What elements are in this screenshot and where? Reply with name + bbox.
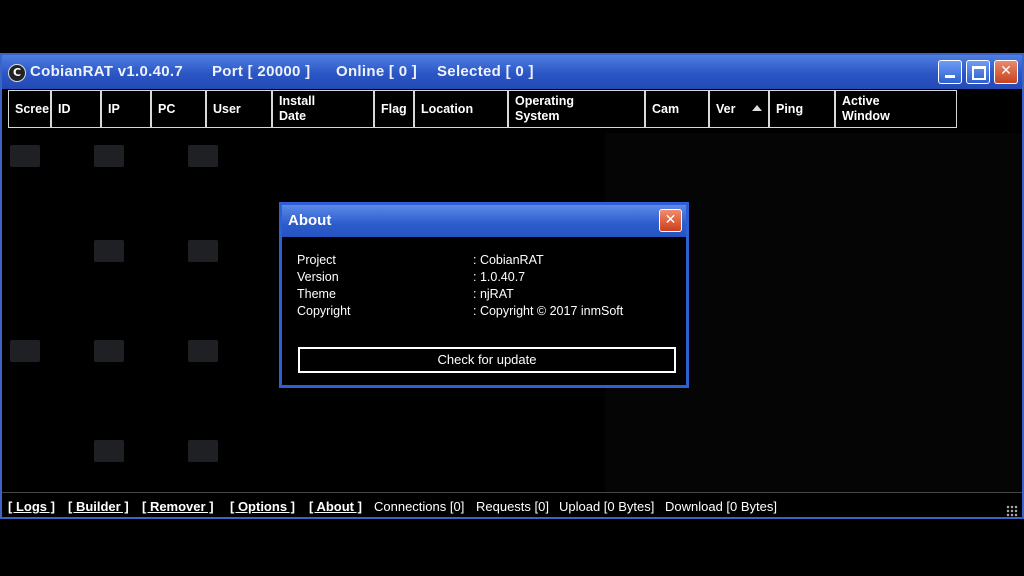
online-indicator: Online [ 0 ] xyxy=(336,63,418,80)
title-bar[interactable]: C CobianRAT v1.0.40.7 Port [ 20000 ] Onl… xyxy=(2,55,1022,89)
about-link[interactable]: [ About ] xyxy=(309,499,362,514)
about-close-button[interactable]: ✕ xyxy=(659,209,682,232)
column-pc[interactable]: PC xyxy=(151,90,206,128)
logs-link[interactable]: [ Logs ] xyxy=(8,499,55,514)
maximize-icon xyxy=(972,66,986,80)
ghost-folder xyxy=(94,340,124,362)
ghost-folder xyxy=(10,145,40,167)
ghost-folder xyxy=(94,145,124,167)
sort-ascending-icon xyxy=(752,105,762,111)
port-indicator: Port [ 20000 ] xyxy=(212,63,311,80)
requests-count: Requests [0] xyxy=(476,499,549,514)
ghost-folder xyxy=(188,340,218,362)
column-scree[interactable]: Scree xyxy=(8,90,51,128)
maximize-button[interactable] xyxy=(966,60,990,84)
check-for-update-button[interactable]: Check for update xyxy=(298,347,676,373)
column-active-window[interactable]: Active Window xyxy=(835,90,957,128)
column-ping[interactable]: Ping xyxy=(769,90,835,128)
about-dialog: About ✕ Project : CobianRAT Version : 1.… xyxy=(279,202,689,388)
resize-grip-icon[interactable] xyxy=(1006,505,1018,517)
project-value: : CobianRAT xyxy=(473,253,544,267)
column-flag[interactable]: Flag xyxy=(374,90,414,128)
upload-bytes: Upload [0 Bytes] xyxy=(559,499,655,514)
theme-label: Theme xyxy=(297,287,336,301)
version-label: Version xyxy=(297,270,339,284)
minimize-icon xyxy=(945,75,955,78)
project-label: Project xyxy=(297,253,336,267)
app-icon: C xyxy=(8,64,26,82)
column-install-date[interactable]: Install Date xyxy=(272,90,374,128)
connections-count: Connections [0] xyxy=(374,499,465,514)
column-cam[interactable]: Cam xyxy=(645,90,709,128)
remover-link[interactable]: [ Remover ] xyxy=(142,499,214,514)
minimize-button[interactable] xyxy=(938,60,962,84)
copyright-value: : Copyright © 2017 inmSoft xyxy=(473,304,624,318)
close-icon: ✕ xyxy=(1000,63,1012,79)
options-link[interactable]: [ Options ] xyxy=(230,499,295,514)
selected-indicator: Selected [ 0 ] xyxy=(437,63,534,80)
ghost-folder xyxy=(94,440,124,462)
ghost-folder xyxy=(188,240,218,262)
column-ip[interactable]: IP xyxy=(101,90,151,128)
column-user[interactable]: User xyxy=(206,90,272,128)
about-dialog-title-bar[interactable]: About ✕ xyxy=(282,205,686,237)
window-title: CobianRAT v1.0.40.7 xyxy=(30,63,183,80)
ghost-folder xyxy=(94,240,124,262)
column-id[interactable]: ID xyxy=(51,90,101,128)
close-button[interactable]: ✕ xyxy=(994,60,1018,84)
ghost-folder xyxy=(10,340,40,362)
column-location[interactable]: Location xyxy=(414,90,508,128)
column-ver[interactable]: Ver xyxy=(709,90,769,128)
status-bar: [ Logs ] [ Builder ] [ Remover ] [ Optio… xyxy=(2,492,1022,517)
version-value: : 1.0.40.7 xyxy=(473,270,526,284)
about-dialog-title: About xyxy=(288,212,332,229)
theme-value: : njRAT xyxy=(473,287,514,301)
ghost-folder xyxy=(188,440,218,462)
close-icon: ✕ xyxy=(664,212,677,228)
builder-link[interactable]: [ Builder ] xyxy=(68,499,129,514)
copyright-label: Copyright xyxy=(297,304,351,318)
column-operating-system[interactable]: Operating System xyxy=(508,90,645,128)
ghost-folder xyxy=(188,145,218,167)
download-bytes: Download [0 Bytes] xyxy=(665,499,778,514)
